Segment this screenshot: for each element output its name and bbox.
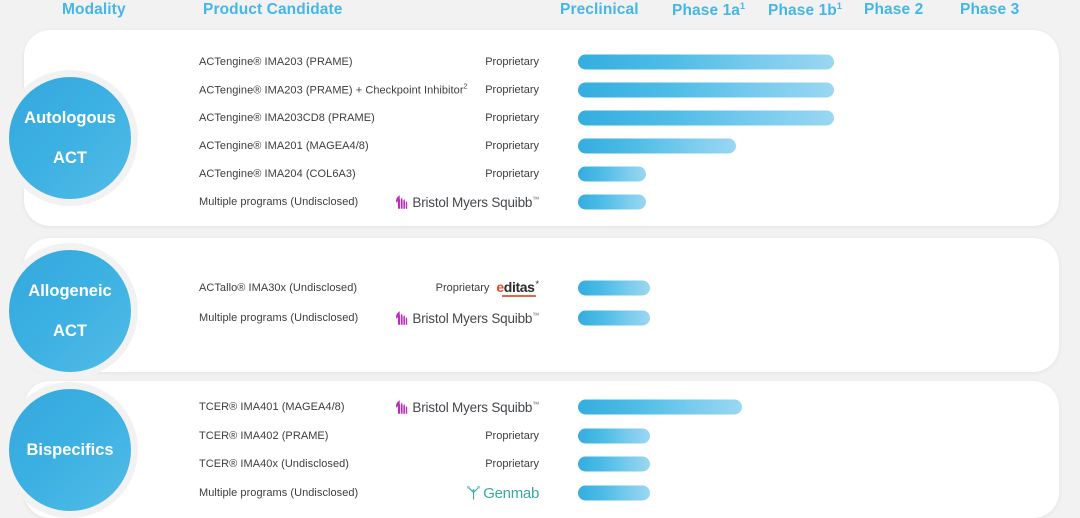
modality-circle-allogeneic-act: Allogeneic ACT	[9, 250, 131, 372]
pipeline-row[interactable]: ACTengine® IMA203CD8 (PRAME) Proprietary	[24, 104, 1059, 132]
phase-progress-track	[578, 54, 834, 70]
partner-label-proprietary: Proprietary	[485, 429, 539, 442]
phase-progress-track	[578, 194, 646, 210]
partner-cell: Bristol Myers Squibb™	[239, 307, 539, 329]
partner-cell: Proprietary editas *	[239, 277, 539, 299]
partner-logo-bristol-myers-squibb: Bristol Myers Squibb™	[395, 400, 539, 415]
phase-progress-track	[578, 166, 646, 182]
partner-name-bristol-myers-squibb: Bristol Myers Squibb™	[412, 194, 539, 210]
phase-progress-bar[interactable]	[578, 280, 650, 296]
phase-progress-track	[578, 310, 650, 326]
phase-progress-track	[578, 428, 650, 443]
partner-cell: Proprietary	[239, 135, 539, 157]
pipeline-row[interactable]: ACTengine® IMA203 (PRAME) Proprietary	[24, 48, 1059, 76]
partner-logo-bristol-myers-squibb: Bristol Myers Squibb™	[395, 311, 539, 326]
phase-progress-bar[interactable]	[578, 166, 646, 182]
phase-progress-bar[interactable]	[578, 138, 736, 154]
partner-cell: Genmab	[239, 482, 539, 504]
column-header-phase-2: Phase 2	[864, 1, 924, 18]
phase-progress-track	[578, 399, 742, 415]
modality-circle-autologous-act: Autologous ACT	[9, 77, 131, 199]
column-header-preclinical: Preclinical	[560, 1, 639, 18]
pipeline-row[interactable]: ACTengine® IMA204 (COL6A3) Proprietary	[24, 160, 1059, 188]
partner-logo-editas: editas *	[496, 278, 539, 297]
pipeline-row[interactable]: Multiple programs (Undisclosed) Bristol M…	[24, 188, 1059, 216]
partner-cell: Proprietary	[239, 425, 539, 447]
partner-label-proprietary: Proprietary	[435, 282, 490, 294]
editas-asterisk-icon: *	[535, 278, 539, 289]
phase-progress-track	[578, 485, 650, 500]
partner-name-genmab: Genmab	[483, 485, 539, 502]
modality-circle-label-bispecifics: Bispecifics	[26, 440, 114, 459]
modality-card-bispecifics: TCER® IMA401 (MAGEA4/8) Bristol Myers Squ…	[24, 381, 1059, 518]
column-header-phase-1a-footnote: 1	[740, 1, 746, 11]
bristol-myers-squibb-mark-icon	[396, 194, 408, 209]
phase-progress-bar[interactable]	[578, 399, 742, 415]
phase-progress-bar[interactable]	[578, 456, 650, 472]
partner-label-proprietary: Proprietary	[485, 84, 539, 96]
phase-progress-track	[578, 82, 834, 98]
partner-label-proprietary: Proprietary	[485, 56, 539, 68]
partner-label-proprietary: Proprietary	[485, 168, 539, 180]
partner-cell: Proprietary	[239, 107, 539, 129]
genmab-antibody-icon	[467, 485, 481, 500]
phase-progress-bar[interactable]	[578, 485, 650, 500]
partner-cell: Bristol Myers Squibb™	[239, 396, 539, 418]
pipeline-row[interactable]: TCER® IMA401 (MAGEA4/8) Bristol Myers Squ…	[24, 393, 1059, 421]
column-header-phase-1b-label: Phase 1b	[768, 2, 837, 20]
pipeline-row[interactable]: ACTengine® IMA201 (MAGEA4/8) Proprietary	[24, 132, 1059, 160]
column-header-product-candidate: Product Candidate	[203, 1, 343, 18]
editas-underline-rule	[502, 294, 537, 297]
bristol-myers-squibb-mark-icon	[396, 310, 408, 325]
partner-name-editas: editas	[496, 278, 535, 295]
modality-card-autologous-act: ACTengine® IMA203 (PRAME) Proprietary ACTe…	[24, 30, 1059, 226]
trademark-symbol: ™	[532, 401, 539, 408]
partner-cell: Bristol Myers Squibb™	[239, 191, 539, 213]
phase-progress-track	[578, 138, 736, 154]
partner-cell: Proprietary	[239, 79, 539, 101]
partner-name-bristol-myers-squibb: Bristol Myers Squibb™	[412, 310, 539, 326]
phase-progress-track	[578, 110, 834, 126]
phase-progress-track	[578, 280, 650, 296]
phase-progress-bar[interactable]	[578, 54, 834, 70]
modality-card-allogeneic-act: ACTallo® IMA30x (Undisclosed) Proprietary…	[24, 238, 1059, 372]
phase-progress-bar[interactable]	[578, 194, 646, 210]
partner-cell: Proprietary	[239, 51, 539, 73]
partner-name-bristol-myers-squibb: Bristol Myers Squibb™	[412, 399, 539, 415]
modality-circle-bispecifics: Bispecifics	[9, 389, 131, 511]
phase-progress-bar[interactable]	[578, 310, 650, 326]
partner-logo-bristol-myers-squibb: Bristol Myers Squibb™	[395, 195, 539, 210]
phase-progress-bar[interactable]	[578, 82, 834, 98]
column-header-phase-1b: Phase 1b1	[768, 1, 842, 20]
column-header-phase-1a-label: Phase 1a	[672, 2, 741, 20]
trademark-symbol: ™	[532, 312, 539, 319]
column-header-row: Modality Product Candidate Preclinical P…	[0, 0, 1080, 26]
pipeline-row[interactable]: Multiple programs (Undisclosed) Bristol M…	[24, 304, 1059, 332]
partner-label-proprietary: Proprietary	[485, 140, 539, 152]
modality-circle-label-autologous-act: Autologous ACT	[24, 108, 116, 168]
column-header-phase-1b-footnote: 1	[836, 1, 842, 11]
phase-progress-track	[578, 456, 650, 472]
partner-cell: Proprietary	[239, 163, 539, 185]
column-header-modality: Modality	[62, 1, 126, 18]
partner-label-proprietary: Proprietary	[485, 112, 539, 124]
column-header-phase-3: Phase 3	[960, 1, 1020, 18]
trademark-symbol: ™	[532, 196, 539, 203]
partner-logo-genmab: Genmab	[465, 484, 539, 501]
phase-progress-bar[interactable]	[578, 110, 834, 126]
pipeline-row[interactable]: ACTengine® IMA203 (PRAME) + Checkpoint I…	[24, 76, 1059, 104]
pipeline-row[interactable]: Multiple programs (Undisclosed) Genmab	[24, 479, 1059, 507]
modality-circle-label-allogeneic-act: Allogeneic ACT	[28, 281, 112, 341]
bristol-myers-squibb-mark-icon	[396, 399, 408, 414]
pipeline-chart: Modality Product Candidate Preclinical P…	[0, 0, 1080, 518]
pipeline-row[interactable]: TCER® IMA40x (Undisclosed) Proprietary	[24, 450, 1059, 478]
partner-cell: Proprietary	[239, 453, 539, 475]
partner-label-proprietary: Proprietary	[485, 458, 539, 470]
phase-progress-bar[interactable]	[578, 428, 650, 443]
column-header-phase-1a: Phase 1a1	[672, 1, 745, 20]
pipeline-row[interactable]: TCER® IMA402 (PRAME) Proprietary	[24, 422, 1059, 450]
pipeline-row[interactable]: ACTallo® IMA30x (Undisclosed) Proprietary…	[24, 274, 1059, 302]
